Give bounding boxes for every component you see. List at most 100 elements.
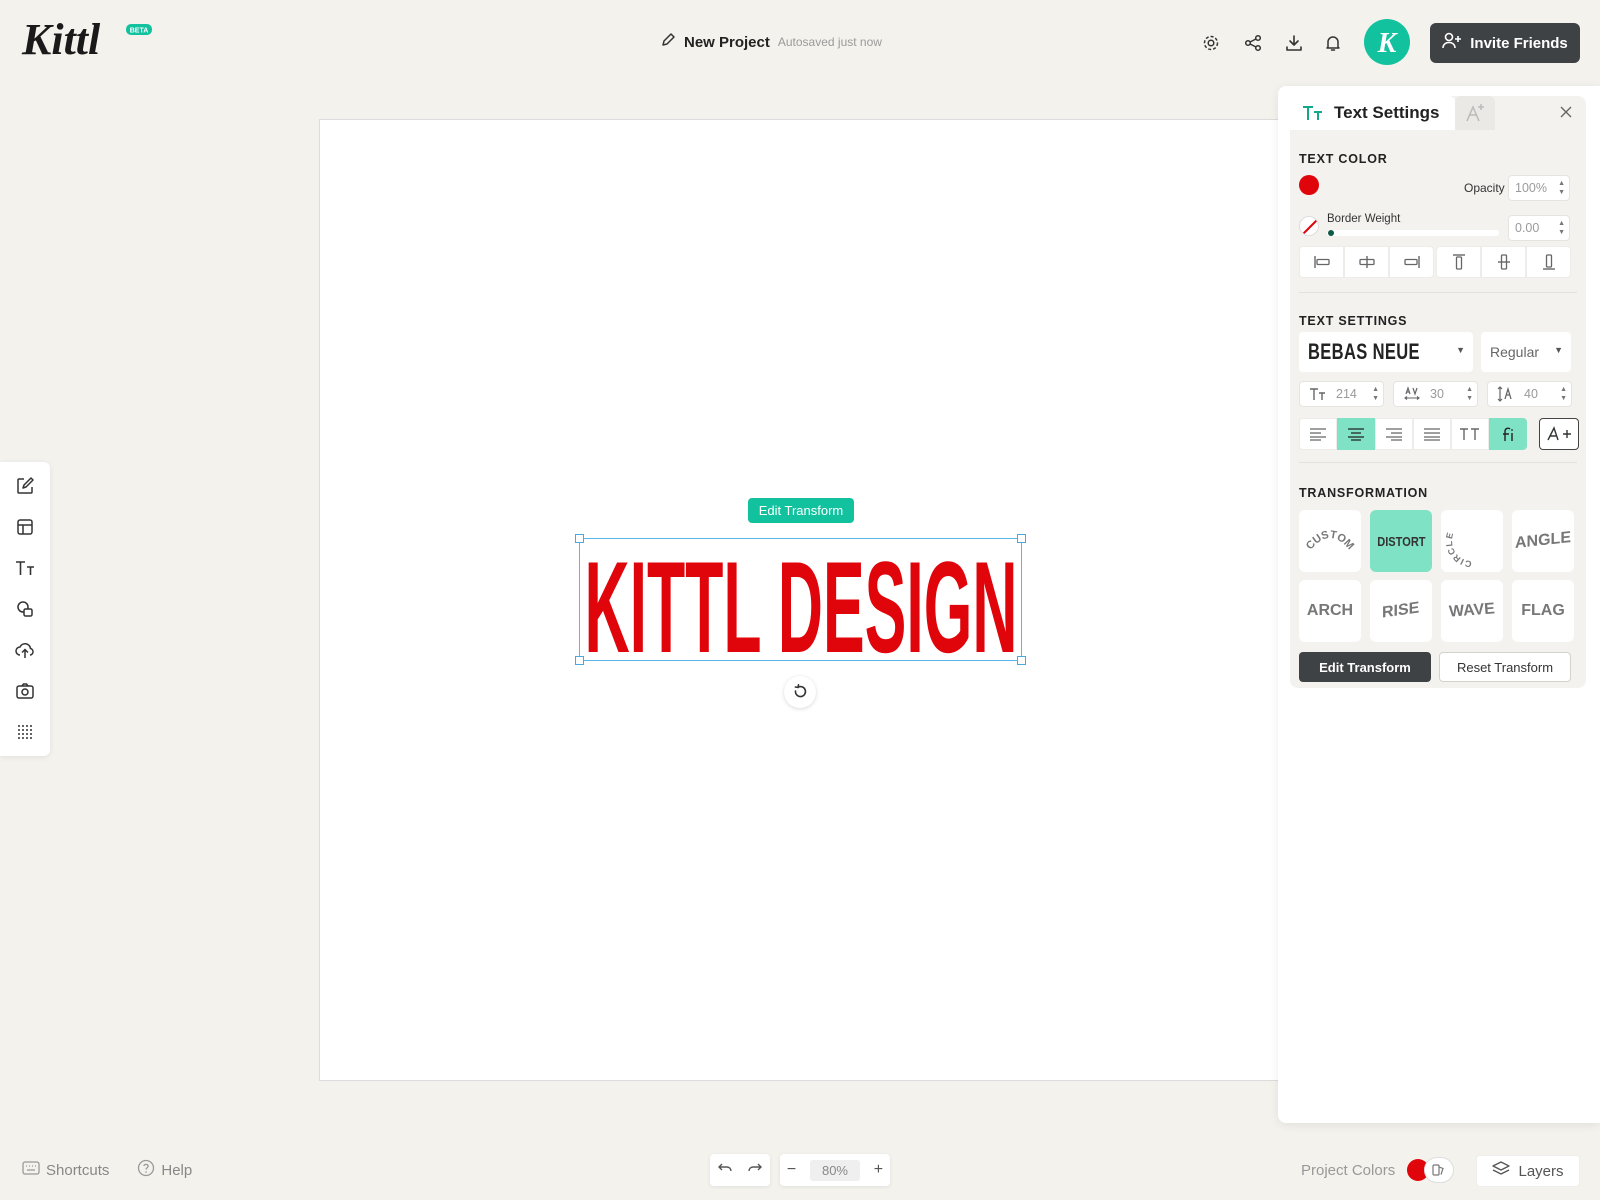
project-colors-toggle[interactable] bbox=[1407, 1157, 1459, 1183]
letter-spacing-value: 30 bbox=[1430, 387, 1444, 401]
align-left-icon[interactable] bbox=[1299, 246, 1344, 278]
line-height-stepper[interactable]: ▲ ▼ bbox=[1560, 385, 1567, 403]
tab-ai-effects[interactable] bbox=[1455, 96, 1495, 130]
svg-text:CIRCLE: CIRCLE bbox=[1444, 531, 1472, 569]
border-weight-input[interactable]: 0.00 ▲ ▼ bbox=[1508, 215, 1570, 241]
text-tool-icon[interactable] bbox=[13, 556, 37, 580]
text-color-swatch[interactable] bbox=[1299, 175, 1319, 195]
selected-text-layer[interactable]: KITTL DESIGN bbox=[575, 534, 1026, 665]
layers-button[interactable]: Layers bbox=[1476, 1155, 1580, 1187]
text-align-left-icon[interactable] bbox=[1299, 418, 1337, 450]
avatar-letter: K bbox=[1377, 28, 1399, 59]
letter-spacing-input[interactable]: 30 ▲ ▼ bbox=[1393, 381, 1478, 407]
text-align-center-icon[interactable] bbox=[1337, 418, 1375, 450]
ai-text-icon bbox=[1466, 104, 1484, 122]
shapes-icon[interactable] bbox=[13, 597, 37, 621]
invite-friends-button[interactable]: Invite Friends bbox=[1430, 23, 1580, 63]
font-size-icon bbox=[1300, 387, 1336, 401]
transform-arch-label: ARCH bbox=[1306, 602, 1354, 619]
font-weight-select[interactable]: Regular ▼ bbox=[1481, 332, 1571, 372]
reset-transform-button[interactable]: Reset Transform bbox=[1439, 652, 1571, 682]
templates-icon[interactable] bbox=[13, 515, 37, 539]
tab-text-settings-label: Text Settings bbox=[1334, 103, 1440, 122]
logo-text: Kittl bbox=[21, 15, 101, 64]
canvas-text: KITTL DESIGN bbox=[585, 539, 1018, 662]
bell-icon[interactable] bbox=[1321, 31, 1345, 55]
transform-distort[interactable]: DISTORT bbox=[1370, 510, 1432, 572]
transform-angle[interactable]: ANGLE bbox=[1512, 510, 1574, 572]
text-effects-icon[interactable] bbox=[1539, 418, 1579, 450]
layers-icon bbox=[1492, 1161, 1511, 1181]
camera-icon[interactable] bbox=[13, 679, 37, 703]
zoom-level[interactable]: 80% bbox=[809, 1159, 860, 1181]
project-name[interactable]: New Project bbox=[684, 34, 770, 51]
border-weight-slider-thumb[interactable] bbox=[1328, 230, 1334, 236]
resize-handle-bottom-right[interactable] bbox=[1017, 656, 1026, 665]
line-height-input[interactable]: 40 ▲ ▼ bbox=[1487, 381, 1572, 407]
kittl-logo[interactable]: Kittl BETA bbox=[20, 14, 152, 64]
project-title[interactable]: New Project Autosaved just now bbox=[660, 30, 882, 54]
edit-icon[interactable] bbox=[13, 474, 37, 498]
close-icon[interactable] bbox=[1558, 104, 1574, 120]
bottom-left-links: Shortcuts Help bbox=[22, 1159, 192, 1181]
opacity-value: 100% bbox=[1515, 181, 1547, 195]
edit-transform-button[interactable]: Edit Transform bbox=[1299, 652, 1431, 682]
opacity-input[interactable]: 100% ▲ ▼ bbox=[1508, 175, 1570, 201]
ligatures-icon[interactable] bbox=[1489, 418, 1527, 450]
font-size-input[interactable]: 214 ▲ ▼ bbox=[1299, 381, 1384, 407]
font-family-select[interactable]: BEBAS NEUE ▼ bbox=[1299, 332, 1473, 372]
transform-circle[interactable]: CIRCLE bbox=[1441, 510, 1503, 572]
edit-transform-pill[interactable]: Edit Transform bbox=[748, 498, 854, 523]
line-height-icon bbox=[1488, 386, 1524, 402]
resize-handle-top-left[interactable] bbox=[575, 534, 584, 543]
tab-text-settings[interactable]: Text Settings bbox=[1290, 96, 1455, 130]
align-middle-icon[interactable] bbox=[1481, 246, 1526, 278]
border-color-swatch[interactable] bbox=[1299, 216, 1319, 236]
align-right-icon[interactable] bbox=[1389, 246, 1434, 278]
transform-custom[interactable]: CUSTOM bbox=[1299, 510, 1361, 572]
text-justify-icon[interactable] bbox=[1413, 418, 1451, 450]
zoom-in-icon[interactable]: + bbox=[874, 1161, 883, 1179]
font-weight-value: Regular bbox=[1490, 344, 1540, 360]
letter-spacing-icon bbox=[1394, 386, 1430, 402]
transform-flag[interactable]: FLAG bbox=[1512, 580, 1574, 642]
transform-rise[interactable]: RISE bbox=[1370, 580, 1432, 642]
section-divider bbox=[1299, 292, 1577, 293]
avatar[interactable]: K bbox=[1364, 19, 1410, 65]
font-size-stepper[interactable]: ▲ ▼ bbox=[1372, 385, 1379, 403]
rotate-handle[interactable] bbox=[784, 676, 816, 708]
resize-handle-top-right[interactable] bbox=[1017, 534, 1026, 543]
transform-distort-label: DISTORT bbox=[1376, 533, 1426, 549]
invite-friends-label: Invite Friends bbox=[1470, 34, 1568, 52]
settings-icon[interactable] bbox=[1199, 31, 1223, 55]
border-weight-stepper[interactable]: ▲ ▼ bbox=[1558, 219, 1565, 237]
redo-icon[interactable] bbox=[747, 1161, 763, 1179]
zoom-out-icon[interactable]: − bbox=[787, 1161, 796, 1179]
share-icon[interactable] bbox=[1241, 31, 1265, 55]
transformation-heading: TRANSFORMATION bbox=[1299, 486, 1429, 500]
border-weight-label: Border Weight bbox=[1327, 213, 1401, 225]
undo-icon[interactable] bbox=[717, 1161, 733, 1179]
layers-label: Layers bbox=[1518, 1162, 1564, 1180]
opacity-label: Opacity bbox=[1464, 181, 1505, 195]
svg-text:CUSTOM: CUSTOM bbox=[1304, 529, 1356, 552]
text-align-right-icon[interactable] bbox=[1375, 418, 1413, 450]
transform-arch[interactable]: ARCH bbox=[1299, 580, 1361, 642]
upload-icon[interactable] bbox=[13, 638, 37, 662]
download-icon[interactable] bbox=[1282, 31, 1306, 55]
align-bottom-icon[interactable] bbox=[1526, 246, 1571, 278]
resize-handle-bottom-left[interactable] bbox=[575, 656, 584, 665]
text-settings-heading: TEXT SETTINGS bbox=[1299, 314, 1408, 328]
align-center-horizontal-icon[interactable] bbox=[1344, 246, 1389, 278]
letter-spacing-stepper[interactable]: ▲ ▼ bbox=[1466, 385, 1473, 403]
pattern-icon[interactable] bbox=[13, 720, 37, 744]
help-link[interactable]: Help bbox=[161, 1162, 192, 1179]
border-weight-slider[interactable] bbox=[1327, 230, 1499, 236]
autosave-status: Autosaved just now bbox=[777, 35, 882, 49]
shortcuts-link[interactable]: Shortcuts bbox=[46, 1162, 109, 1179]
align-top-icon[interactable] bbox=[1436, 246, 1481, 278]
uppercase-icon[interactable] bbox=[1451, 418, 1489, 450]
opacity-stepper[interactable]: ▲ ▼ bbox=[1558, 179, 1565, 197]
transform-wave[interactable]: WAVE bbox=[1441, 580, 1503, 642]
font-size-value: 214 bbox=[1336, 387, 1357, 401]
